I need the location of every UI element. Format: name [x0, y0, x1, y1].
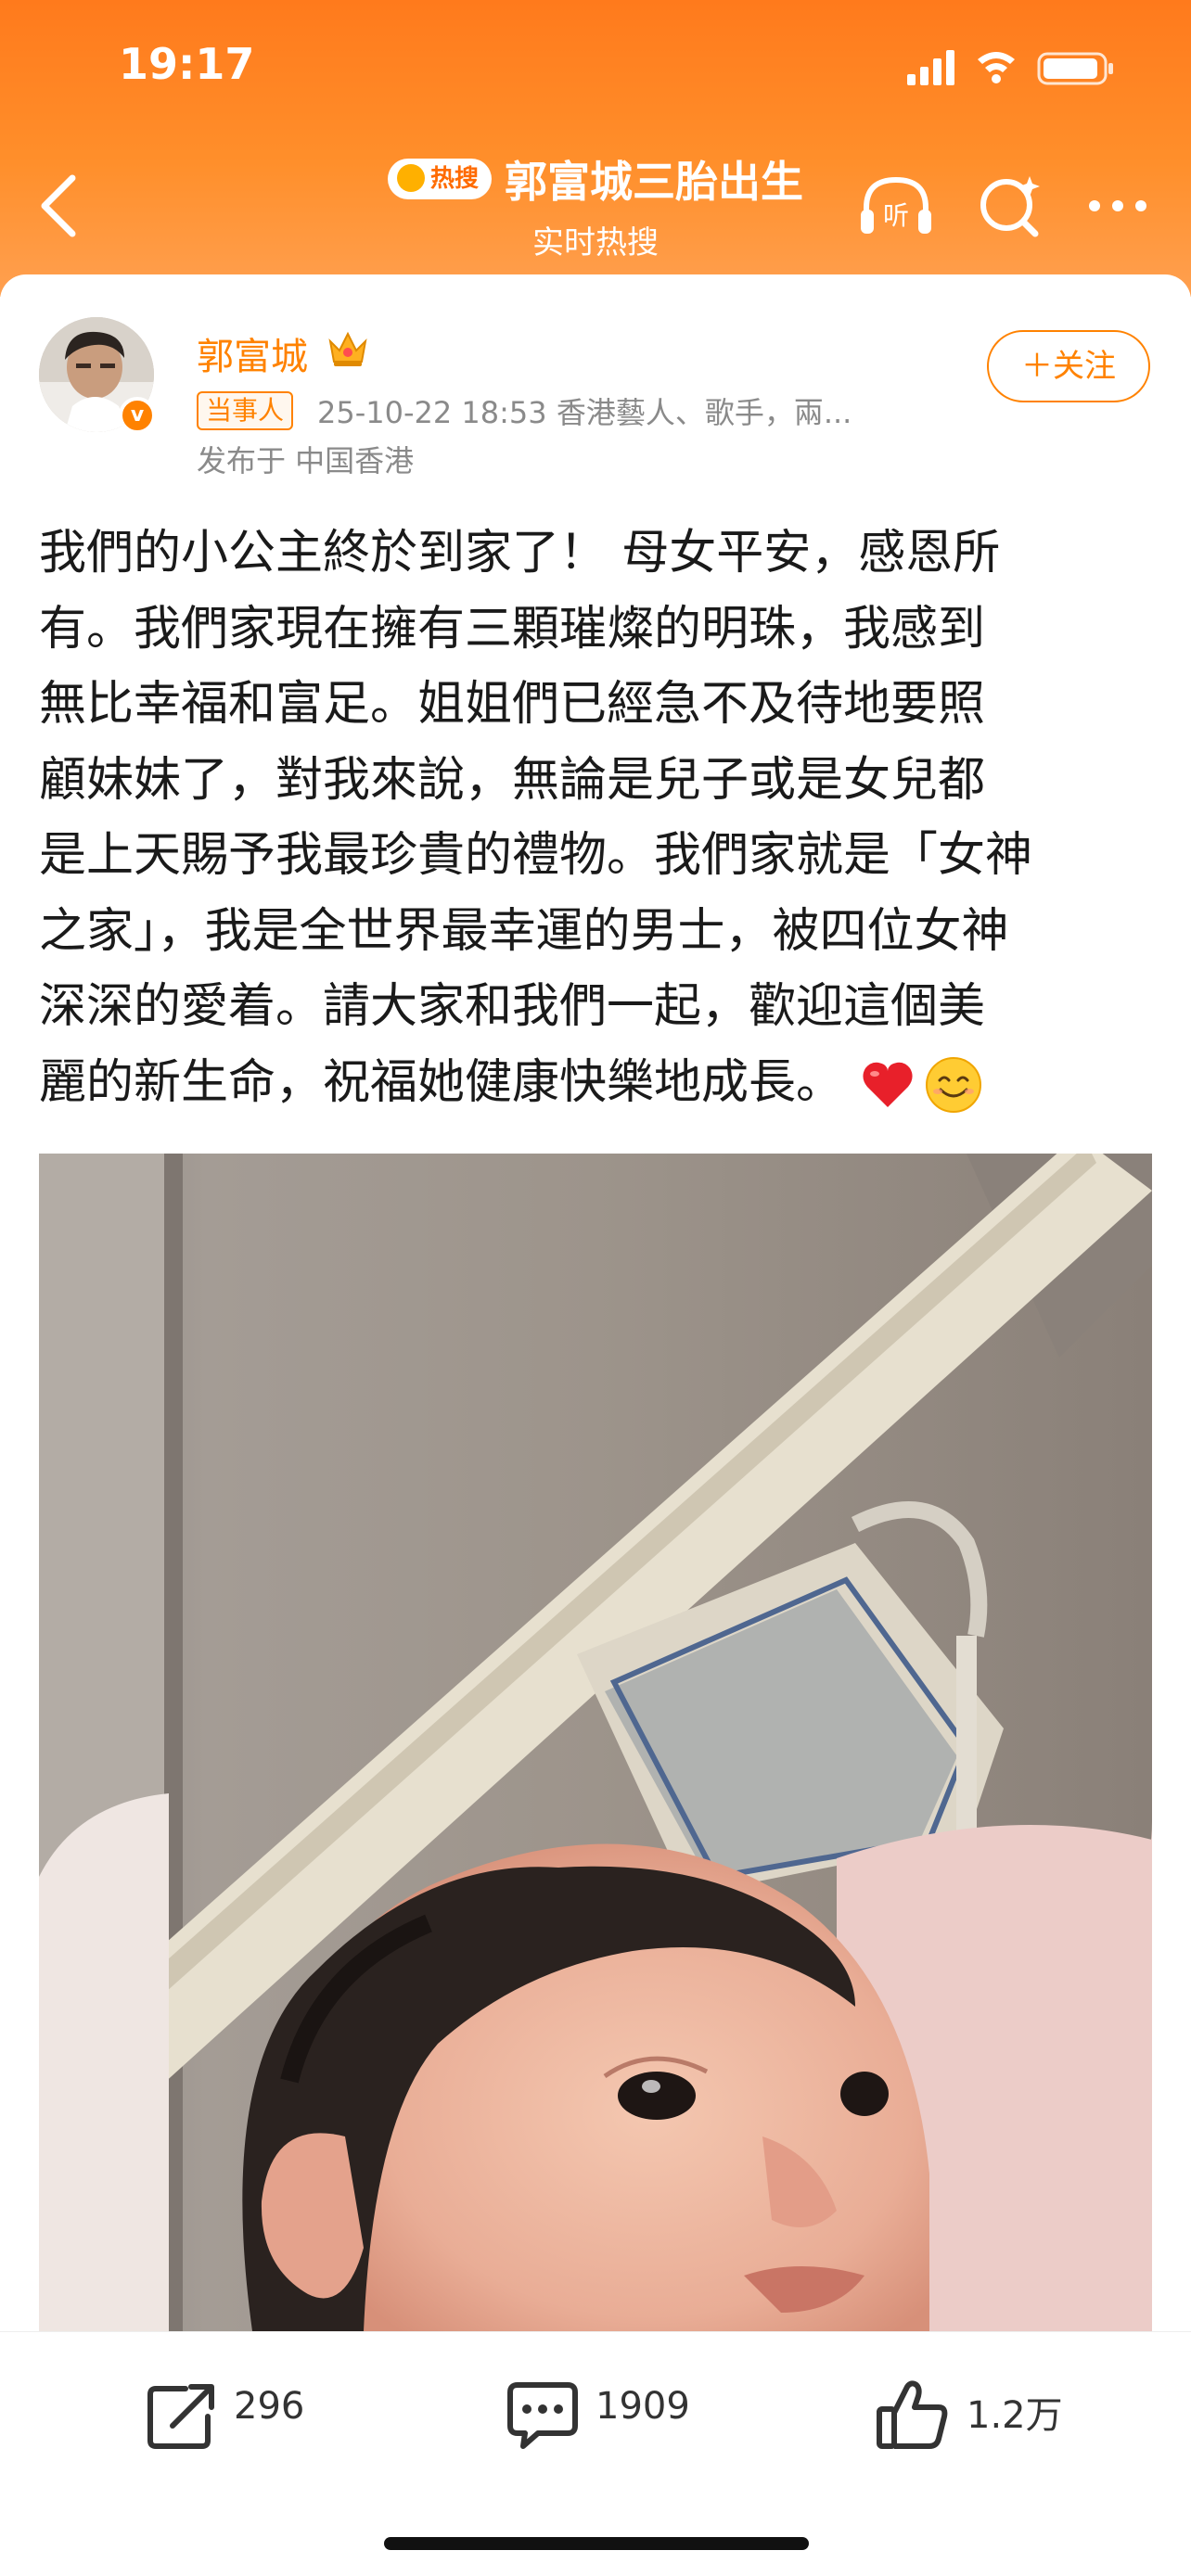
status-icons — [907, 50, 1113, 85]
listen-headphones-icon[interactable]: 听 — [859, 172, 933, 239]
listen-label: 听 — [883, 200, 909, 231]
crown-icon[interactable] — [327, 328, 369, 369]
author-name[interactable]: 郭富城 — [197, 326, 308, 380]
post-line: 是上天賜予我最珍貴的禮物。我們家就是「女神 — [39, 828, 1033, 883]
follow-button[interactable]: ＋关注 — [987, 330, 1150, 402]
more-options-icon[interactable] — [1085, 195, 1150, 217]
share-icon — [147, 2384, 214, 2449]
thumbs-up-icon — [877, 2380, 948, 2449]
smiling-face-emoji-icon — [926, 1056, 982, 1113]
post-meta: 25-10-22 18:53 香港藝人、歌手，兩... — [317, 395, 852, 430]
post-line: 有。我們家現在擁有三顆璀燦的明珠，我感到 — [39, 601, 986, 657]
role-badge: 当事人 — [197, 391, 294, 430]
heart-emoji-icon — [863, 1062, 913, 1107]
page-title: 郭富城三胎出生 — [505, 157, 803, 207]
share-action[interactable]: 296 — [145, 2378, 330, 2452]
post-last-line: 麗的新生命，祝福她健康快樂地成長。 — [39, 1045, 1152, 1121]
comment-icon — [507, 2382, 578, 2449]
post-line: 我們的小公主終於到家了！ 母女平安，感恩所 — [39, 526, 1001, 580]
hot-badge-label: 热搜 — [429, 165, 479, 193]
comment-count: 1909 — [596, 2385, 690, 2428]
like-count: 1.2万 — [967, 2394, 1063, 2437]
post-line: 無比幸福和富足。姐姐們已經急不及待地要照 — [39, 677, 986, 732]
post-line: 麗的新生命，祝福她健康快樂地成長。 — [39, 1054, 844, 1110]
newborn-photo-image — [39, 1154, 1152, 2331]
like-action[interactable]: 1.2万 — [876, 2378, 1080, 2452]
battery-icon — [1037, 52, 1113, 85]
post-photo[interactable] — [39, 1154, 1152, 2331]
post-line: 深深的愛着。請大家和我們一起，歡迎這個美 — [39, 979, 986, 1034]
flame-icon — [396, 163, 425, 192]
hot-search-badge: 热搜 — [387, 159, 492, 199]
share-count: 296 — [234, 2385, 305, 2428]
wifi-icon — [978, 52, 1015, 83]
comment-action[interactable]: 1909 — [505, 2378, 709, 2452]
cellular-signal-icon — [907, 50, 954, 85]
post-line: 顧妹妹了，對我來說，無論是兒子或是女兒都 — [39, 752, 986, 808]
post-location: 发布于 中国香港 — [197, 443, 415, 478]
verified-badge-icon: v — [119, 397, 156, 434]
search-icon[interactable] — [976, 172, 1044, 241]
post-line: 之家」，我是全世界最幸運的男士，被四位女神 — [39, 903, 1009, 959]
status-time: 19:17 — [119, 39, 255, 89]
home-indicator[interactable] — [384, 2537, 809, 2550]
post-text: 我們的小公主終於到家了！ 母女平安，感恩所 有。我們家現在擁有三顆璀燦的明珠，我… — [39, 516, 1152, 1120]
